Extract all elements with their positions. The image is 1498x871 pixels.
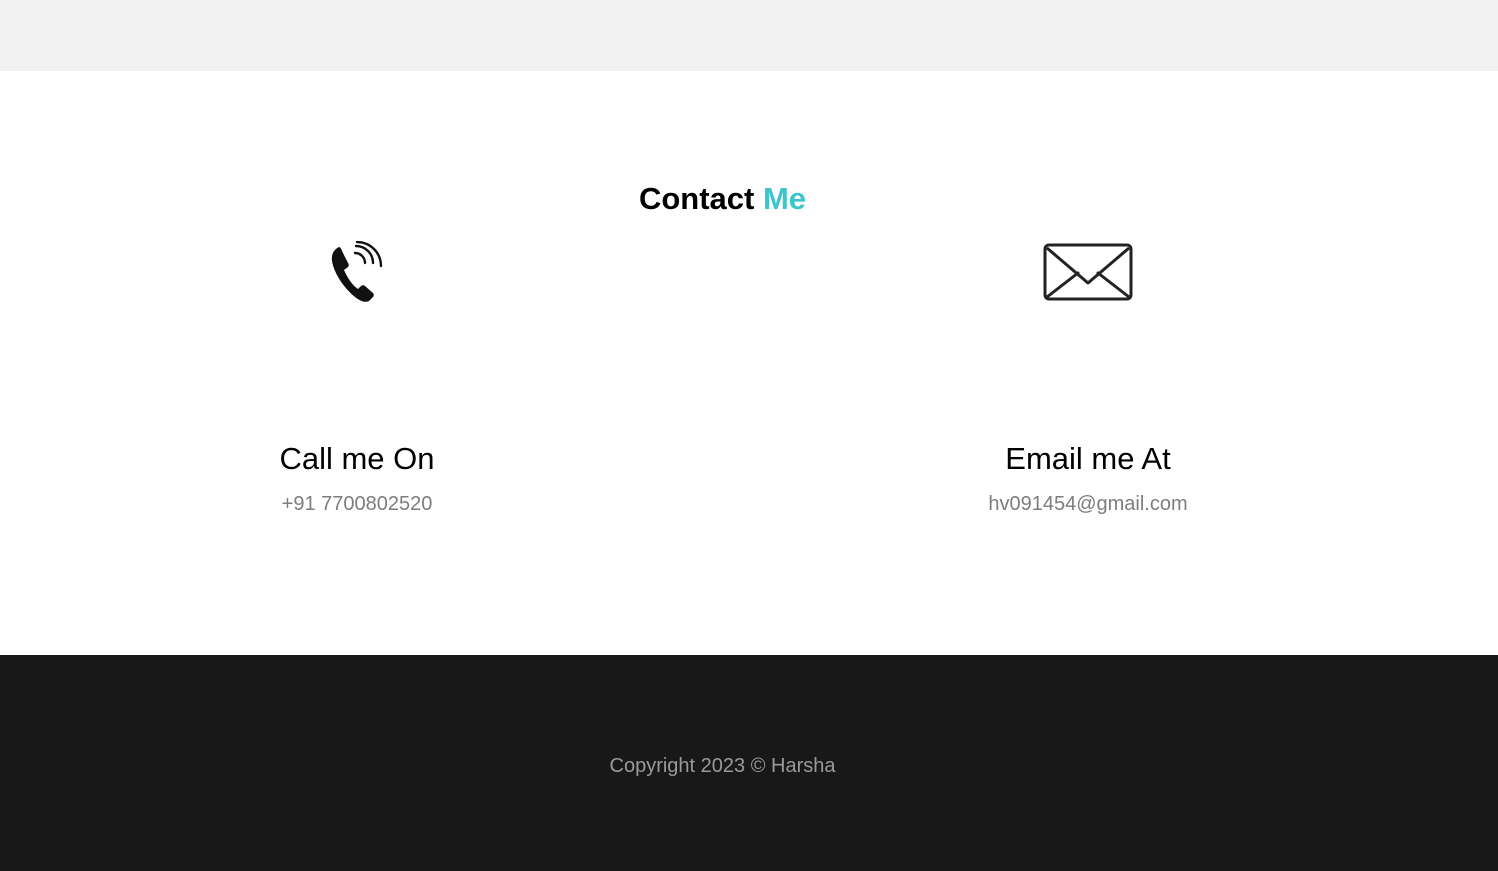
phone-icon <box>331 241 383 302</box>
contact-card-phone: Call me On +91 7700802520 <box>207 241 507 517</box>
top-band <box>0 0 1498 71</box>
email-address[interactable]: hv091454@gmail.com <box>938 491 1238 517</box>
contact-card-email: Email me At hv091454@gmail.com <box>938 241 1238 517</box>
phone-heading: Call me On <box>279 441 435 476</box>
section-title-main: Contact <box>638 181 755 216</box>
section-title-accent: Me <box>762 181 807 216</box>
section-title: Contact Me <box>0 179 1445 219</box>
footer: Copyright 2023 © Harsha <box>0 655 1498 871</box>
envelope-icon <box>1043 243 1133 301</box>
contact-section: Contact Me Call me On +91 7700802520 Ema… <box>0 71 1498 655</box>
copyright-text: Copyright 2023 © Harsha <box>609 755 836 777</box>
email-heading: Email me At <box>1005 441 1171 476</box>
phone-number[interactable]: +91 7700802520 <box>207 491 507 517</box>
